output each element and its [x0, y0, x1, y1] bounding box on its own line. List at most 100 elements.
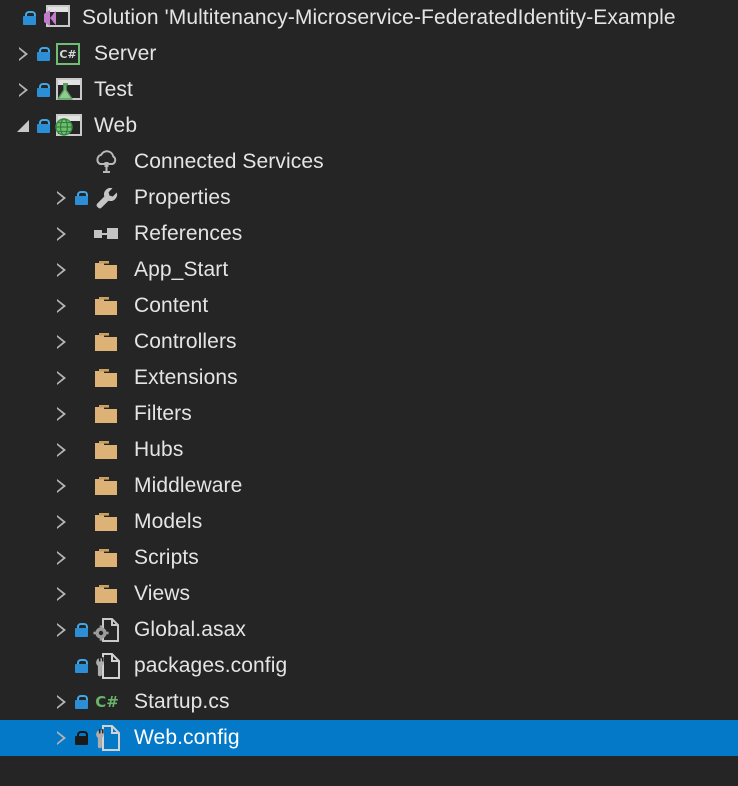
- chevron-down-icon[interactable]: [14, 108, 36, 144]
- chevron-right-icon[interactable]: [52, 612, 74, 648]
- cloud-connected-services-icon: [90, 149, 124, 175]
- gear-document-icon: [90, 617, 124, 643]
- csharp-project-icon: C#: [52, 42, 84, 66]
- references-node[interactable]: References: [0, 216, 738, 252]
- lock-placeholder: [74, 252, 90, 288]
- tree-item-label: packages.config: [134, 654, 288, 677]
- tree-item-label: Properties: [134, 186, 231, 209]
- lock-placeholder: [74, 216, 90, 252]
- project-test[interactable]: Test: [0, 72, 738, 108]
- solution-explorer-tree[interactable]: Solution 'Multitenancy-Microservice-Fede…: [0, 0, 738, 786]
- folder-icon: [90, 510, 124, 534]
- folder-icon: [90, 258, 124, 282]
- tree-item-label: App_Start: [134, 258, 229, 281]
- svg-text:C#: C#: [95, 693, 119, 711]
- chevron-right-icon[interactable]: [52, 216, 74, 252]
- chevron-right-icon[interactable]: [52, 468, 74, 504]
- folder-extensions[interactable]: Extensions: [0, 360, 738, 396]
- file-startup-cs[interactable]: C# Startup.cs: [0, 684, 738, 720]
- test-project-icon: [52, 77, 84, 103]
- project-web[interactable]: Web: [0, 108, 738, 144]
- file-web-config[interactable]: Web.config: [0, 720, 738, 756]
- tree-item-label: Views: [134, 582, 191, 605]
- csharp-file-icon: C#: [90, 690, 124, 714]
- folder-icon: [90, 474, 124, 498]
- tree-item-label: Test: [94, 78, 133, 101]
- chevron-right-icon[interactable]: [52, 540, 74, 576]
- chevron-right-icon[interactable]: [52, 288, 74, 324]
- lock-placeholder: [74, 468, 90, 504]
- tree-item-label: Extensions: [134, 366, 238, 389]
- tree-item-label: Web: [94, 114, 138, 137]
- properties-node[interactable]: Properties: [0, 180, 738, 216]
- folder-icon: [90, 294, 124, 318]
- folder-views[interactable]: Views: [0, 576, 738, 612]
- tree-item-label: Startup.cs: [134, 690, 230, 713]
- lock-placeholder: [74, 396, 90, 432]
- lock-placeholder: [74, 540, 90, 576]
- tree-item-label: Scripts: [134, 546, 199, 569]
- lock-icon: [74, 612, 90, 648]
- chevron-right-icon[interactable]: [52, 180, 74, 216]
- tree-item-label: Server: [94, 42, 157, 65]
- expander-placeholder: [0, 0, 22, 36]
- folder-scripts[interactable]: Scripts: [0, 540, 738, 576]
- wrench-properties-icon: [90, 185, 124, 211]
- folder-models[interactable]: Models: [0, 504, 738, 540]
- tree-item-label: Hubs: [134, 438, 184, 461]
- expander-placeholder: [52, 144, 74, 180]
- project-server[interactable]: C# Server: [0, 36, 738, 72]
- lock-icon: [22, 0, 38, 36]
- chevron-right-icon[interactable]: [14, 72, 36, 108]
- lock-icon: [74, 720, 90, 756]
- folder-icon: [90, 330, 124, 354]
- lock-placeholder: [74, 360, 90, 396]
- folder-icon: [90, 438, 124, 462]
- tree-item-label: Web.config: [134, 726, 240, 749]
- lock-placeholder: [74, 504, 90, 540]
- chevron-right-icon[interactable]: [52, 684, 74, 720]
- lock-placeholder: [74, 576, 90, 612]
- lock-icon: [36, 72, 52, 108]
- solution-node[interactable]: Solution 'Multitenancy-Microservice-Fede…: [0, 0, 738, 36]
- lock-placeholder: [74, 288, 90, 324]
- tree-item-label: Content: [134, 294, 209, 317]
- lock-placeholder: [74, 324, 90, 360]
- chevron-right-icon[interactable]: [52, 360, 74, 396]
- visual-studio-solution-icon: [38, 5, 72, 31]
- connected-services[interactable]: Connected Services: [0, 144, 738, 180]
- lock-placeholder: [74, 432, 90, 468]
- web-project-icon: [52, 113, 84, 139]
- tree-item-label: Filters: [134, 402, 192, 425]
- tree-item-label: Global.asax: [134, 618, 246, 641]
- folder-hubs[interactable]: Hubs: [0, 432, 738, 468]
- chevron-right-icon[interactable]: [52, 504, 74, 540]
- lock-placeholder: [74, 144, 90, 180]
- file-global-asax[interactable]: Global.asax: [0, 612, 738, 648]
- folder-filters[interactable]: Filters: [0, 396, 738, 432]
- expander-placeholder: [52, 648, 74, 684]
- folder-app-start[interactable]: App_Start: [0, 252, 738, 288]
- config-document-icon: [90, 724, 124, 752]
- file-packages-config[interactable]: packages.config: [0, 648, 738, 684]
- chevron-right-icon[interactable]: [52, 396, 74, 432]
- lock-icon: [74, 648, 90, 684]
- tree-item-label: Connected Services: [134, 150, 324, 173]
- folder-controllers[interactable]: Controllers: [0, 324, 738, 360]
- config-document-icon: [90, 652, 124, 680]
- lock-icon: [36, 108, 52, 144]
- chevron-right-icon[interactable]: [52, 576, 74, 612]
- references-icon: [90, 224, 124, 244]
- folder-content[interactable]: Content: [0, 288, 738, 324]
- folder-middleware[interactable]: Middleware: [0, 468, 738, 504]
- tree-item-label: Models: [134, 510, 203, 533]
- lock-icon: [36, 36, 52, 72]
- chevron-right-icon[interactable]: [52, 324, 74, 360]
- chevron-right-icon[interactable]: [52, 252, 74, 288]
- chevron-right-icon[interactable]: [52, 432, 74, 468]
- tree-item-label: Controllers: [134, 330, 237, 353]
- chevron-right-icon[interactable]: [52, 720, 74, 756]
- lock-icon: [74, 684, 90, 720]
- chevron-right-icon[interactable]: [14, 36, 36, 72]
- folder-icon: [90, 366, 124, 390]
